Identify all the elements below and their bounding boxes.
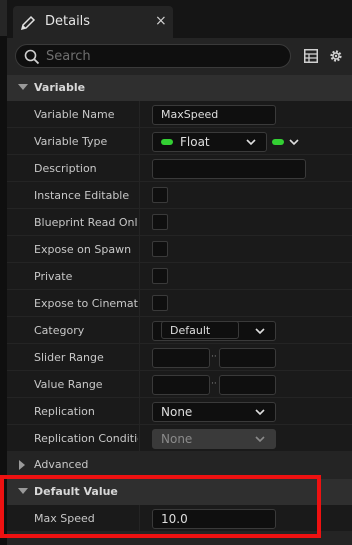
expose-to-cinematics-checkbox[interactable]	[152, 295, 168, 311]
float-pin-icon	[161, 139, 173, 145]
column-divider	[139, 371, 140, 398]
row-label: Replication	[34, 405, 95, 418]
column-divider	[139, 128, 140, 155]
description-input[interactable]	[152, 159, 306, 179]
row-label: Variable Type	[34, 135, 108, 148]
row-label: Expose to Cinematics	[34, 297, 138, 310]
row-slider-range: Slider Range ··	[7, 344, 352, 371]
replication-dropdown[interactable]: None	[152, 402, 276, 422]
variable-type-dropdown[interactable]: Float	[152, 132, 267, 152]
advanced-expander[interactable]: Advanced	[7, 453, 352, 477]
section-default-value[interactable]: Default Value	[7, 479, 352, 505]
container-type-dropdown[interactable]	[271, 132, 303, 152]
private-checkbox[interactable]	[152, 268, 168, 284]
search-box[interactable]	[15, 44, 291, 68]
close-icon[interactable]: ×	[155, 13, 167, 29]
replication-condition-dropdown: None	[152, 429, 276, 449]
chevron-down-icon	[246, 139, 256, 146]
chevron-down-icon	[18, 84, 28, 90]
search-row	[7, 38, 352, 74]
value-range-min-input[interactable]	[152, 375, 210, 395]
column-divider	[139, 505, 140, 532]
row-label: Variable Name	[34, 108, 115, 121]
advanced-label: Advanced	[34, 458, 89, 471]
chevron-down-icon	[255, 436, 265, 443]
replication-condition-value: None	[161, 432, 193, 446]
row-label: Instance Editable	[34, 189, 130, 202]
details-panel: Variable Variable Name MaxSpeed Variable…	[7, 38, 352, 545]
row-label: Slider Range	[34, 351, 104, 364]
section-variable-label: Variable	[34, 81, 86, 94]
variable-type-value: Float	[180, 135, 210, 149]
row-variable-type: Variable Type Float	[7, 128, 352, 155]
value-range-max-input[interactable]	[219, 375, 276, 395]
category-dropdown[interactable]: Default	[152, 321, 276, 341]
range-separator: ··	[211, 379, 217, 389]
column-divider	[139, 155, 140, 182]
max-speed-input[interactable]: 10.0	[152, 509, 276, 529]
row-label: Max Speed	[34, 512, 95, 525]
row-label: Value Range	[34, 378, 103, 391]
row-label: Category	[34, 324, 85, 337]
column-divider	[139, 425, 140, 452]
slider-range-min-input[interactable]	[152, 348, 210, 368]
single-pin-icon	[272, 139, 284, 145]
row-replication-condition: Replication Condition None	[7, 425, 352, 452]
row-label: Blueprint Read Only	[34, 216, 138, 229]
chevron-down-icon	[289, 139, 299, 146]
tab-bar: Details ×	[7, 0, 352, 38]
row-replication: Replication None	[7, 398, 352, 425]
column-divider	[139, 344, 140, 371]
row-label: Description	[34, 162, 97, 175]
column-divider	[139, 398, 140, 425]
row-category: Category Default	[7, 317, 352, 344]
expose-on-spawn-checkbox[interactable]	[152, 241, 168, 257]
section-variable[interactable]: Variable	[7, 75, 352, 101]
variable-name-input[interactable]: MaxSpeed	[152, 105, 276, 125]
search-input[interactable]	[46, 47, 282, 65]
slider-range-max-input[interactable]	[219, 348, 276, 368]
category-value: Default	[170, 324, 211, 337]
search-icon	[24, 49, 40, 65]
instance-editable-checkbox[interactable]	[152, 187, 168, 203]
gear-icon[interactable]	[328, 48, 344, 64]
table-view-icon[interactable]	[304, 49, 318, 63]
tab-title: Details	[45, 14, 91, 29]
row-expose-to-cinematics: Expose to Cinematics	[7, 290, 352, 317]
blueprint-read-only-checkbox[interactable]	[152, 214, 168, 230]
column-divider	[139, 236, 140, 263]
chevron-right-icon	[19, 460, 25, 470]
row-value-range: Value Range ··	[7, 371, 352, 398]
left-strip-top	[0, 0, 7, 36]
row-label: Private	[34, 270, 73, 283]
chevron-down-icon	[18, 488, 28, 494]
row-description: Description	[7, 155, 352, 182]
row-private: Private	[7, 263, 352, 290]
row-max-speed: Max Speed 10.0	[7, 505, 352, 532]
range-separator: ··	[211, 352, 217, 362]
chevron-down-icon	[255, 409, 265, 416]
column-divider	[139, 209, 140, 236]
replication-value: None	[161, 405, 193, 419]
row-label: Expose on Spawn	[34, 243, 132, 256]
row-expose-on-spawn: Expose on Spawn	[7, 236, 352, 263]
row-label: Replication Condition	[34, 432, 138, 445]
chevron-down-icon	[255, 328, 265, 335]
column-divider	[139, 263, 140, 290]
category-input[interactable]: Default	[161, 321, 239, 339]
pencil-icon	[20, 15, 36, 31]
column-divider	[139, 317, 140, 344]
left-strip	[0, 0, 7, 545]
column-divider	[139, 101, 140, 128]
row-instance-editable: Instance Editable	[7, 182, 352, 209]
column-divider	[139, 182, 140, 209]
section-default-value-label: Default Value	[34, 485, 118, 498]
row-blueprint-read-only: Blueprint Read Only	[7, 209, 352, 236]
column-divider	[139, 290, 140, 317]
row-variable-name: Variable Name MaxSpeed	[7, 101, 352, 128]
tab-details[interactable]: Details ×	[13, 6, 173, 38]
